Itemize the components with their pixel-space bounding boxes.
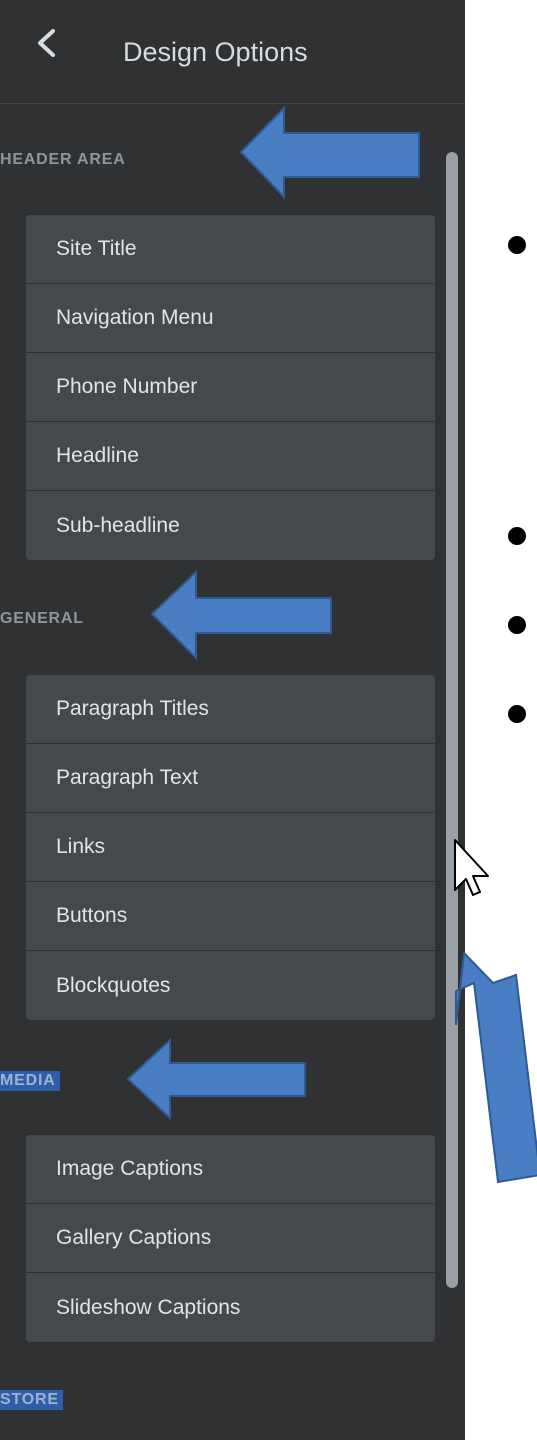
bullet-dot-icon xyxy=(508,236,526,254)
scrollbar-thumb[interactable] xyxy=(446,152,458,1288)
option-gallery-captions[interactable]: Gallery Captions xyxy=(26,1204,435,1273)
bullet-dot-icon xyxy=(508,527,526,545)
option-group-header-area: Site Title Navigation Menu Phone Number … xyxy=(26,215,435,560)
option-group-media: Image Captions Gallery Captions Slidesho… xyxy=(26,1135,435,1342)
option-group-general: Paragraph Titles Paragraph Text Links Bu… xyxy=(26,675,435,1020)
option-phone-number[interactable]: Phone Number xyxy=(26,353,435,422)
bullet-dot-icon xyxy=(508,616,526,634)
panel-title: Design Options xyxy=(123,37,308,67)
option-links[interactable]: Links xyxy=(26,813,435,882)
back-button[interactable] xyxy=(26,24,70,68)
option-headline[interactable]: Headline xyxy=(26,422,435,491)
option-image-captions[interactable]: Image Captions xyxy=(26,1135,435,1204)
bullet-dot-icon xyxy=(508,705,526,723)
section-label-general: GENERAL xyxy=(0,610,84,627)
option-paragraph-text[interactable]: Paragraph Text xyxy=(26,744,435,813)
chevron-left-icon xyxy=(38,29,55,57)
screenshot: Design Options HEADER AREA Site Title Na… xyxy=(0,0,537,1440)
section-label-media: MEDIA xyxy=(0,1071,60,1091)
option-blockquotes[interactable]: Blockquotes xyxy=(26,951,435,1020)
option-navigation-menu[interactable]: Navigation Menu xyxy=(26,284,435,353)
option-sub-headline[interactable]: Sub-headline xyxy=(26,491,435,560)
section-label-header-area: HEADER AREA xyxy=(0,151,126,168)
design-options-panel: Design Options HEADER AREA Site Title Na… xyxy=(0,0,465,1440)
option-slideshow-captions[interactable]: Slideshow Captions xyxy=(26,1273,435,1342)
option-paragraph-titles[interactable]: Paragraph Titles xyxy=(26,675,435,744)
page-content-edge xyxy=(465,0,537,1440)
option-site-title[interactable]: Site Title xyxy=(26,215,435,284)
option-buttons[interactable]: Buttons xyxy=(26,882,435,951)
panel-header: Design Options xyxy=(0,0,465,104)
section-label-store: STORE xyxy=(0,1390,63,1410)
